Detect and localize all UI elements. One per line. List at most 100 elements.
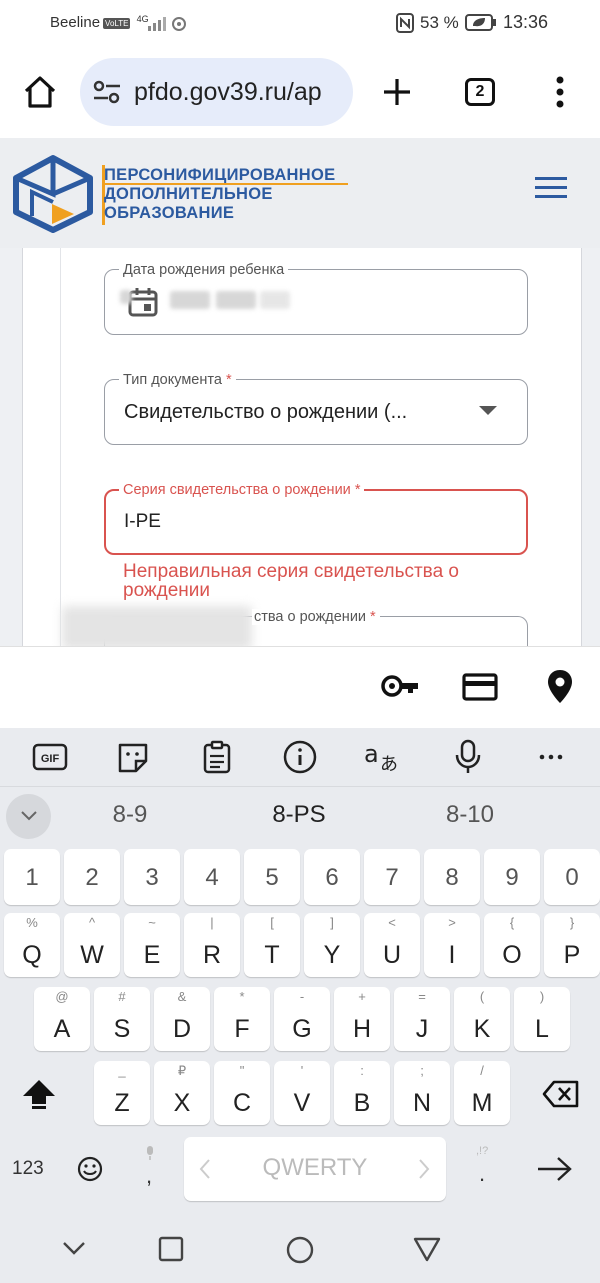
key-alt-label: _ — [118, 1063, 126, 1078]
key-b[interactable]: :B — [334, 1061, 390, 1125]
key-d[interactable]: & D — [154, 987, 210, 1051]
key-i[interactable]: > I — [424, 913, 480, 977]
new-tab-icon[interactable] — [382, 77, 412, 107]
key-3[interactable]: 3 — [124, 849, 180, 905]
certificate-series-input[interactable] — [104, 489, 528, 555]
birth-date-field[interactable] — [104, 269, 528, 335]
key-label: Y — [323, 941, 341, 969]
key-p[interactable]: } P — [544, 913, 600, 977]
key-c[interactable]: " C — [214, 1061, 270, 1125]
more-horiz-icon[interactable] — [539, 753, 563, 761]
enter-arrow-icon[interactable] — [536, 1156, 574, 1182]
certificate-series-label: Серия свидетельства о рождении * — [119, 482, 365, 498]
microphone-icon[interactable] — [455, 739, 481, 775]
backspace-icon[interactable] — [542, 1080, 580, 1108]
key-2[interactable]: 2 — [64, 849, 120, 905]
dropdown-arrow-icon[interactable] — [479, 406, 497, 415]
key-x[interactable]: ₽ X — [154, 1061, 210, 1125]
key-4[interactable]: 4 — [184, 849, 240, 905]
hamburger-menu-icon[interactable] — [535, 177, 567, 199]
key-label: A — [53, 1015, 71, 1043]
key-s[interactable]: # S — [94, 987, 150, 1051]
site-logo-text[interactable]: ПЕРСОНИФИЦИРОВАННОЕ ДОПОЛНИТЕЛЬНОЕ ОБРАЗ… — [104, 166, 349, 223]
key-label: B — [353, 1089, 371, 1117]
key-u[interactable]: < U — [364, 913, 420, 977]
key-k[interactable]: (K — [454, 987, 510, 1051]
key-z[interactable]: _ Z — [94, 1061, 150, 1125]
certificate-series-value[interactable]: I-PE — [124, 511, 161, 533]
key-6[interactable]: 6 — [304, 849, 360, 905]
key-h[interactable]: + H — [334, 987, 390, 1051]
key-label: V — [293, 1089, 311, 1117]
back-triangle-icon[interactable] — [412, 1236, 442, 1262]
home-icon[interactable] — [22, 74, 58, 110]
key-t[interactable]: [T — [244, 913, 300, 977]
key-f[interactable]: * F — [214, 987, 270, 1051]
suggestion-2[interactable]: 8-PS — [239, 801, 359, 829]
key-0[interactable]: 0 — [544, 849, 600, 905]
site-settings-icon[interactable] — [92, 78, 122, 106]
suggestion-3[interactable]: 8-10 — [410, 801, 530, 829]
logo-line-3: ОБРАЗОВАНИЕ — [104, 204, 235, 222]
key-7[interactable]: 7 — [364, 849, 420, 905]
key-9[interactable]: 9 — [484, 849, 540, 905]
key-n[interactable]: ; N — [394, 1061, 450, 1125]
gif-icon[interactable]: GIF — [32, 742, 68, 772]
recents-icon[interactable] — [158, 1236, 184, 1262]
clipboard-icon[interactable] — [202, 740, 232, 774]
home-nav-icon[interactable] — [285, 1235, 315, 1265]
key-j[interactable]: = J — [394, 987, 450, 1051]
key-w[interactable]: ^ W — [64, 913, 120, 977]
key-e[interactable]: ~ E — [124, 913, 180, 977]
key-y[interactable]: ] Y — [304, 913, 360, 977]
more-vert-icon[interactable] — [552, 76, 568, 108]
required-mark: * — [225, 372, 232, 388]
key-5[interactable]: 5 — [244, 849, 300, 905]
document-type-value[interactable]: Свидетельство о рождении (... — [124, 401, 407, 424]
key-label: F — [234, 1015, 250, 1043]
suggestion-1[interactable]: 8-9 — [70, 801, 190, 829]
key-alt-label: { — [509, 915, 515, 930]
chevron-down-icon[interactable] — [20, 810, 38, 822]
key-1[interactable]: 1 — [4, 849, 60, 905]
key-label: K — [473, 1015, 491, 1043]
tabs-icon[interactable]: 2 — [465, 78, 495, 106]
carrier-name: Beeline VoLTE 4G — [50, 14, 149, 31]
key-g[interactable]: -G — [274, 987, 330, 1051]
back-icon[interactable] — [62, 1240, 86, 1256]
certificate-number-label: ства о рождении * — [252, 609, 380, 625]
key-q[interactable]: % Q — [4, 913, 60, 977]
symbols-mode-key[interactable]: 123 — [12, 1158, 44, 1180]
key-label: Z — [114, 1089, 130, 1117]
key-alt-label: ( — [479, 989, 485, 1004]
period-key[interactable]: ,!? . — [466, 1141, 498, 1191]
key-r[interactable]: | R — [184, 913, 240, 977]
info-icon[interactable] — [283, 740, 317, 774]
sticker-icon[interactable] — [116, 741, 150, 773]
key-icon[interactable] — [380, 674, 420, 698]
key-label: J — [415, 1015, 429, 1043]
site-logo-icon[interactable] — [12, 154, 94, 234]
key-label: D — [172, 1015, 192, 1043]
key-a[interactable]: @ A — [34, 987, 90, 1051]
period-alt-label: ,!? — [476, 1145, 489, 1157]
key-alt-label: ' — [300, 1063, 304, 1078]
key-o[interactable]: {O — [484, 913, 540, 977]
credit-card-icon[interactable] — [462, 673, 498, 701]
url-text[interactable]: pfdo.gov39.ru/ap — [134, 78, 344, 107]
key-label: U — [382, 941, 402, 969]
emoji-icon[interactable] — [77, 1156, 103, 1182]
translate-icon[interactable]: a あ — [364, 740, 404, 774]
comma-key[interactable]: , — [134, 1141, 166, 1191]
key-l[interactable]: ) L — [514, 987, 570, 1051]
key-m[interactable]: / M — [454, 1061, 510, 1125]
key-8[interactable]: 8 — [424, 849, 480, 905]
key-label: T — [264, 941, 280, 969]
clock: 13:36 — [503, 12, 549, 32]
key-v[interactable]: ' V — [274, 1061, 330, 1125]
small-mic-icon — [147, 1146, 153, 1160]
key-label: H — [352, 1015, 372, 1043]
birth-date-value-blurred — [216, 291, 256, 309]
location-pin-icon[interactable] — [546, 669, 574, 705]
shift-icon[interactable] — [22, 1078, 56, 1110]
